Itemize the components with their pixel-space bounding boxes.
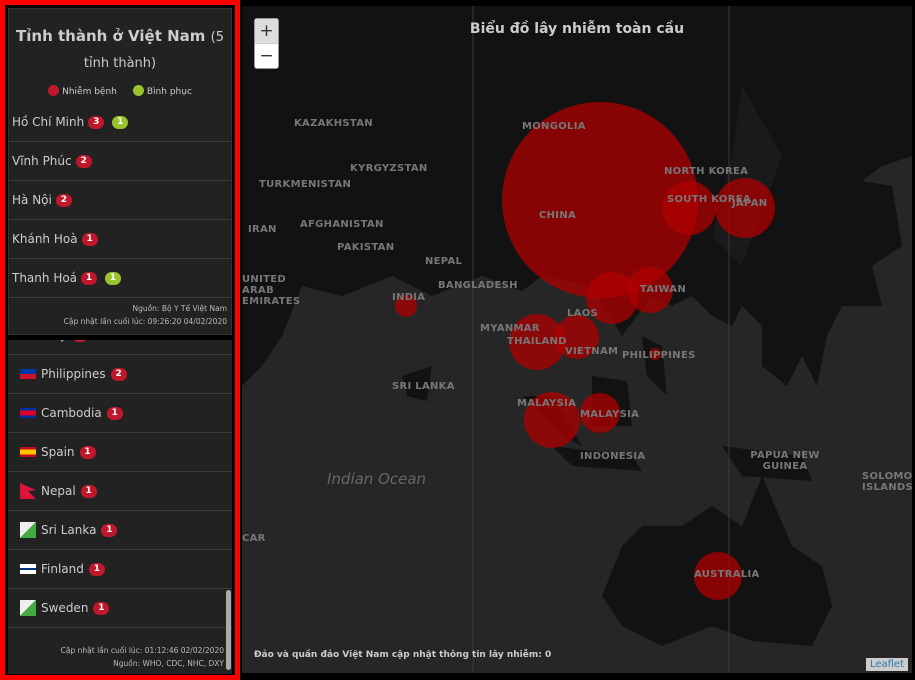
province-name: Thanh Hoá <box>12 271 78 285</box>
vietnam-panel: Tỉnh thành ở Việt Nam (5 tỉnh thành) Nhi… <box>8 8 232 335</box>
country-label: MALAYSIA <box>580 409 640 420</box>
country-label: CHINA <box>539 210 577 221</box>
country-row[interactable]: Philippines 2 <box>8 355 232 394</box>
country-label: MYANMAR <box>480 323 540 334</box>
cases-badge: 1 <box>79 445 96 459</box>
country-label: LAOS <box>567 308 599 319</box>
zoom-out-button[interactable]: − <box>255 44 278 69</box>
country-label: AFGHANISTAN <box>300 219 384 230</box>
country-name: Nepal <box>41 484 76 498</box>
country-row[interactable]: Sri Lanka 1 <box>8 511 232 550</box>
province-name: Hà Nội <box>12 193 52 207</box>
country-label: TAIWAN <box>640 284 686 295</box>
province-name: Khánh Hoà <box>12 232 78 246</box>
vn-updated: Cập nhật lần cuối lúc: 09:26:20 04/02/20… <box>63 317 227 326</box>
zoom-control: + − <box>254 18 279 69</box>
country-label: NORTH KOREA <box>664 166 749 177</box>
legend-recovered: Bình phục <box>132 85 192 97</box>
country-label: PHILIPPINES <box>622 350 696 361</box>
province-row[interactable]: Hà Nội 2 <box>9 181 231 220</box>
province-row[interactable]: Vĩnh Phúc 2 <box>9 142 231 181</box>
country-row[interactable]: Italy 2 <box>8 340 232 355</box>
country-label: VIETNAM <box>565 346 619 357</box>
country-row[interactable]: Nepal 1 <box>8 472 232 511</box>
country-name: Sri Lanka <box>41 523 97 537</box>
country-label: TURKMENISTAN <box>259 179 352 190</box>
country-label: CAR <box>242 533 266 544</box>
vn-source: Nguồn: Bộ Y Tế Việt Nam <box>132 304 227 313</box>
country-name: Italy <box>41 340 67 342</box>
philippines-flag-icon <box>20 369 36 379</box>
country-label: IRAN <box>248 224 277 235</box>
map-canvas <box>242 6 912 673</box>
country-label: UNITED ARAB EMIRATES <box>242 274 301 307</box>
province-name: Vĩnh Phúc <box>12 154 72 168</box>
country-name: Finland <box>41 562 84 576</box>
sidebar: Tỉnh thành ở Việt Nam (5 tỉnh thành) Nhi… <box>0 0 240 680</box>
country-name: Cambodia <box>41 406 102 420</box>
country-label: AUSTRALIA <box>694 569 760 580</box>
country-label: THAILAND <box>507 336 567 347</box>
province-name: Hồ Chí Minh <box>12 115 85 129</box>
nepal-flag-icon <box>20 483 36 499</box>
country-row[interactable]: Sweden 1 <box>8 589 232 628</box>
cases-badge: 1 <box>106 406 123 420</box>
country-label: INDIA <box>392 292 426 303</box>
spain-flag-icon <box>20 447 36 457</box>
map-title: Biểu đồ lây nhiễm toàn cầu <box>469 21 685 37</box>
zoom-in-button[interactable]: + <box>255 19 278 44</box>
vietnam-panel-title: Tỉnh thành ở Việt Nam (5 tỉnh thành) <box>16 27 224 71</box>
province-row[interactable]: Hồ Chí Minh 3 1 <box>9 103 231 142</box>
legend-infected: Nhiễm bệnh <box>48 85 117 97</box>
case-marker[interactable] <box>662 181 716 235</box>
world-panel[interactable]: Italy2Philippines2Cambodia1Spain1Nepal1S… <box>8 340 232 674</box>
ocean-label: Indian Ocean <box>327 470 427 488</box>
infected-badge: 1 <box>81 271 98 285</box>
country-label: INDONESIA <box>580 451 646 462</box>
country-label: MALAYSIA <box>517 398 577 409</box>
infected-badge: 2 <box>75 154 92 168</box>
country-row[interactable]: Spain 1 <box>8 433 232 472</box>
country-row[interactable]: Finland 1 <box>8 550 232 589</box>
country-label: BANGLADESH <box>438 280 518 291</box>
country-label: NEPAL <box>425 256 463 267</box>
country-label: PAKISTAN <box>337 242 395 253</box>
recovered-badge: 1 <box>112 115 129 129</box>
map[interactable]: KAZAKHSTAN MONGOLIA KYRGYZSTAN TURKMENISTAN… <box>242 6 912 673</box>
cases-badge: 1 <box>101 523 118 537</box>
infected-badge: 3 <box>88 115 105 129</box>
country-label: SRI LANKA <box>392 381 455 392</box>
finland-flag-icon <box>20 564 36 574</box>
infected-badge: 1 <box>81 232 98 246</box>
country-label: SOLOMON ISLANDS <box>862 471 912 493</box>
country-label: KYRGYZSTAN <box>350 163 428 174</box>
broken-image-flag-icon <box>20 522 36 538</box>
country-name: Sweden <box>41 601 89 615</box>
recovered-badge: 1 <box>105 271 122 285</box>
country-name: Spain <box>41 445 75 459</box>
country-name: Philippines <box>41 367 106 381</box>
province-row[interactable]: Khánh Hoà 1 <box>9 220 231 259</box>
cases-badge: 1 <box>93 601 110 615</box>
country-label: PAPUA NEW GUINEA <box>750 450 820 472</box>
cambodia-flag-icon <box>20 408 36 418</box>
cases-badge: 2 <box>72 340 89 342</box>
cases-badge: 1 <box>80 484 97 498</box>
world-footer: Cập nhật lần cuối lúc: 01:12:46 02/02/20… <box>60 646 224 668</box>
cases-badge: 2 <box>110 367 127 381</box>
country-row[interactable]: Cambodia 1 <box>8 394 232 433</box>
country-label: KAZAKHSTAN <box>294 118 373 129</box>
legend: Nhiễm bệnh Bình phục <box>9 85 231 97</box>
islands-note: Đảo và quần đảo Việt Nam cập nhật thông … <box>254 650 552 660</box>
province-row[interactable]: Thanh Hoá 1 1 <box>9 259 231 298</box>
cases-badge: 1 <box>88 562 105 576</box>
country-label: JAPAN <box>732 198 768 209</box>
leaflet-attribution[interactable]: Leaflet <box>865 658 908 671</box>
broken-image-flag-icon <box>20 600 36 616</box>
country-label: MONGOLIA <box>522 121 586 132</box>
infected-badge: 2 <box>55 193 72 207</box>
